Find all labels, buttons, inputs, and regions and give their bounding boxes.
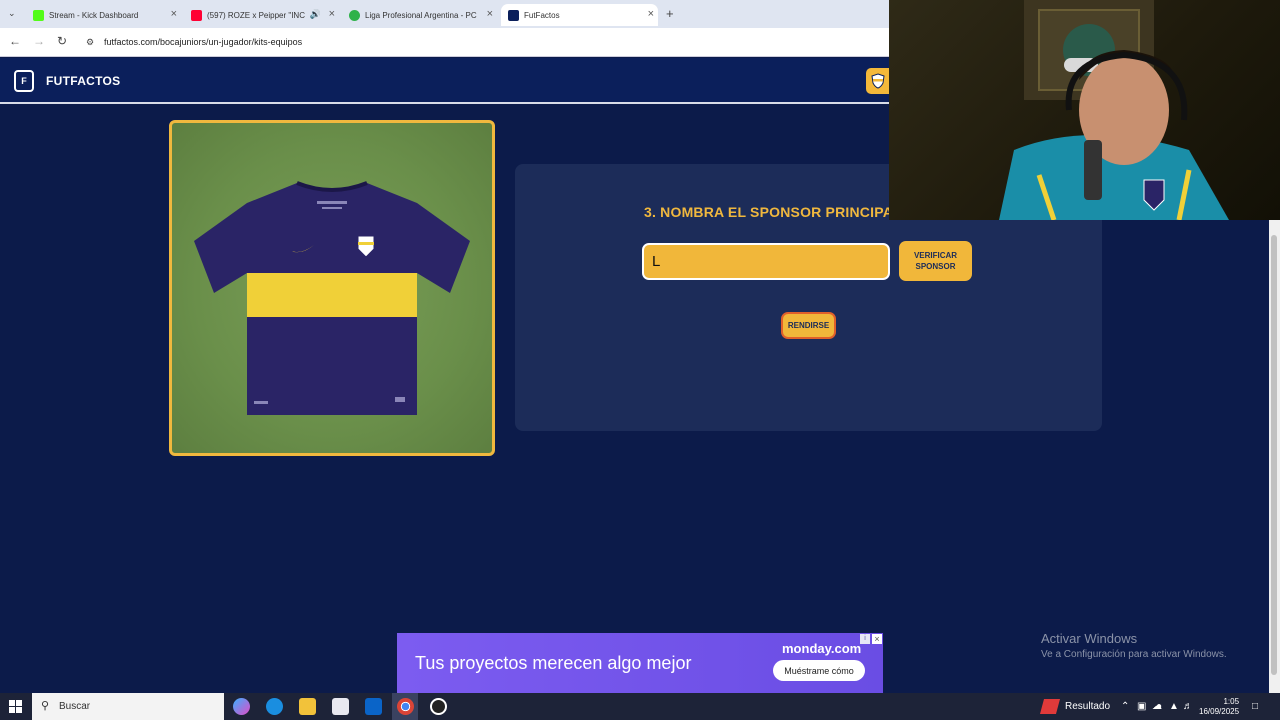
close-tab-icon[interactable]: × bbox=[648, 8, 654, 20]
brand-name[interactable]: FUTFACTOS bbox=[46, 74, 120, 88]
tab-list-chevron-icon[interactable]: ⌄ bbox=[8, 8, 16, 19]
tab-liga-profesional[interactable]: Liga Profesional Argentina - PC × bbox=[343, 4, 497, 26]
clock-time: 1:05 bbox=[1223, 697, 1240, 706]
search-icon: ⚲ bbox=[41, 700, 50, 712]
ad-logo: monday.com bbox=[782, 641, 862, 656]
microphone-icon[interactable]: ● bbox=[1156, 701, 1162, 712]
tab-futfactos[interactable]: FutFactos × bbox=[501, 4, 658, 26]
weather-label[interactable]: Resultado bbox=[1065, 701, 1110, 712]
system-clock[interactable]: 1:05 16/09/2025 bbox=[1199, 697, 1239, 717]
activate-windows-watermark: Activar Windows Ve a Configuración para … bbox=[1041, 631, 1227, 660]
windows-taskbar: ⚲ Buscar Resultado ⌃ ▣ ☁ ● ▲ ♬ 1:05 16/0… bbox=[0, 693, 1280, 720]
page-scrollbar[interactable] bbox=[1269, 220, 1280, 693]
search-label: Buscar bbox=[59, 701, 91, 712]
site-header: F FUTFACTOS bbox=[0, 58, 890, 104]
weather-icon[interactable] bbox=[1039, 699, 1061, 714]
notifications-icon[interactable]: □ bbox=[1252, 701, 1258, 712]
taskbar-search-box[interactable]: ⚲ Buscar bbox=[32, 693, 224, 720]
jersey-image bbox=[169, 120, 495, 456]
site-info-icon[interactable]: ⚙ bbox=[86, 37, 94, 48]
windows-start-icon[interactable] bbox=[9, 700, 22, 713]
chrome-icon[interactable] bbox=[397, 698, 414, 715]
wifi-icon[interactable]: ▲ bbox=[1169, 701, 1179, 712]
tray-chevron-icon[interactable]: ⌃ bbox=[1121, 701, 1129, 712]
verify-label-line2: SPONSOR bbox=[915, 262, 956, 271]
watermark-title: Activar Windows bbox=[1041, 631, 1138, 646]
futfactos-favicon-icon bbox=[508, 9, 519, 21]
shield-icon bbox=[871, 73, 885, 89]
webcam-overlay bbox=[889, 0, 1280, 220]
clock-date: 16/09/2025 bbox=[1199, 707, 1240, 716]
ad-close-icon[interactable]: × bbox=[872, 634, 882, 644]
volume-icon[interactable]: ♬ bbox=[1183, 701, 1193, 712]
watermark-subtitle: Ve a Configuración para activar Windows. bbox=[1041, 649, 1227, 660]
streamer-webcam-image bbox=[999, 0, 1229, 220]
reload-icon[interactable]: ↻ bbox=[57, 34, 67, 48]
copilot-icon[interactable] bbox=[233, 698, 250, 715]
obs-icon[interactable] bbox=[430, 698, 447, 715]
address-bar: ← → ↻ ⚙ futfactos.com/bocajuniors/un-jug… bbox=[0, 28, 890, 57]
kick-icon bbox=[33, 9, 44, 21]
tab-title: (597) ROZE x Peipper "INC bbox=[207, 10, 305, 20]
edge-icon[interactable] bbox=[266, 698, 283, 715]
give-up-button[interactable]: RENDIRSE bbox=[781, 312, 836, 339]
browser-tab-bar: ⌄ Stream - Kick Dashboard × (597) ROZE x… bbox=[0, 0, 890, 28]
new-tab-button[interactable]: + bbox=[666, 6, 674, 21]
file-explorer-icon[interactable] bbox=[299, 698, 316, 715]
back-arrow-icon[interactable]: ← bbox=[9, 34, 21, 48]
team-shield-button[interactable] bbox=[866, 68, 890, 94]
tab-title: FutFactos bbox=[524, 10, 560, 20]
verify-label-line1: VERIFICAR bbox=[913, 251, 958, 260]
tab-title: Liga Profesional Argentina - PC bbox=[365, 10, 477, 20]
verify-sponsor-button[interactable]: VERIFICAR SPONSOR bbox=[899, 241, 972, 281]
forward-arrow-icon[interactable]: → bbox=[33, 34, 45, 48]
tab-kick-dashboard[interactable]: Stream - Kick Dashboard × bbox=[27, 4, 181, 26]
ad-info-icon[interactable]: i bbox=[860, 634, 870, 644]
url-field[interactable]: futfactos.com/bocajuniors/un-jugador/kit… bbox=[104, 37, 302, 47]
ad-cta-button[interactable]: Muéstrame cómo bbox=[773, 660, 865, 681]
close-tab-icon[interactable]: × bbox=[487, 8, 493, 20]
futfactos-logo-icon[interactable]: F bbox=[14, 70, 34, 92]
sponsor-answer-input[interactable] bbox=[642, 243, 890, 280]
liga-icon bbox=[349, 9, 360, 21]
jersey-illustration bbox=[194, 181, 470, 415]
close-tab-icon[interactable]: × bbox=[329, 8, 335, 20]
store-icon[interactable] bbox=[332, 698, 349, 715]
speaker-icon[interactable]: 🔊 bbox=[310, 9, 321, 20]
ad-banner[interactable]: Tus proyectos merecen algo mejor monday.… bbox=[397, 633, 883, 693]
tab-title: Stream - Kick Dashboard bbox=[49, 10, 139, 20]
scrollbar-thumb[interactable] bbox=[1271, 235, 1277, 675]
network-icon[interactable]: ▣ bbox=[1137, 701, 1146, 712]
close-tab-icon[interactable]: × bbox=[171, 8, 177, 20]
outlook-icon[interactable] bbox=[365, 698, 382, 715]
youtube-icon bbox=[191, 9, 202, 21]
tab-youtube[interactable]: (597) ROZE x Peipper "INC 🔊 × bbox=[185, 4, 339, 26]
ad-headline: Tus proyectos merecen algo mejor bbox=[415, 653, 692, 673]
